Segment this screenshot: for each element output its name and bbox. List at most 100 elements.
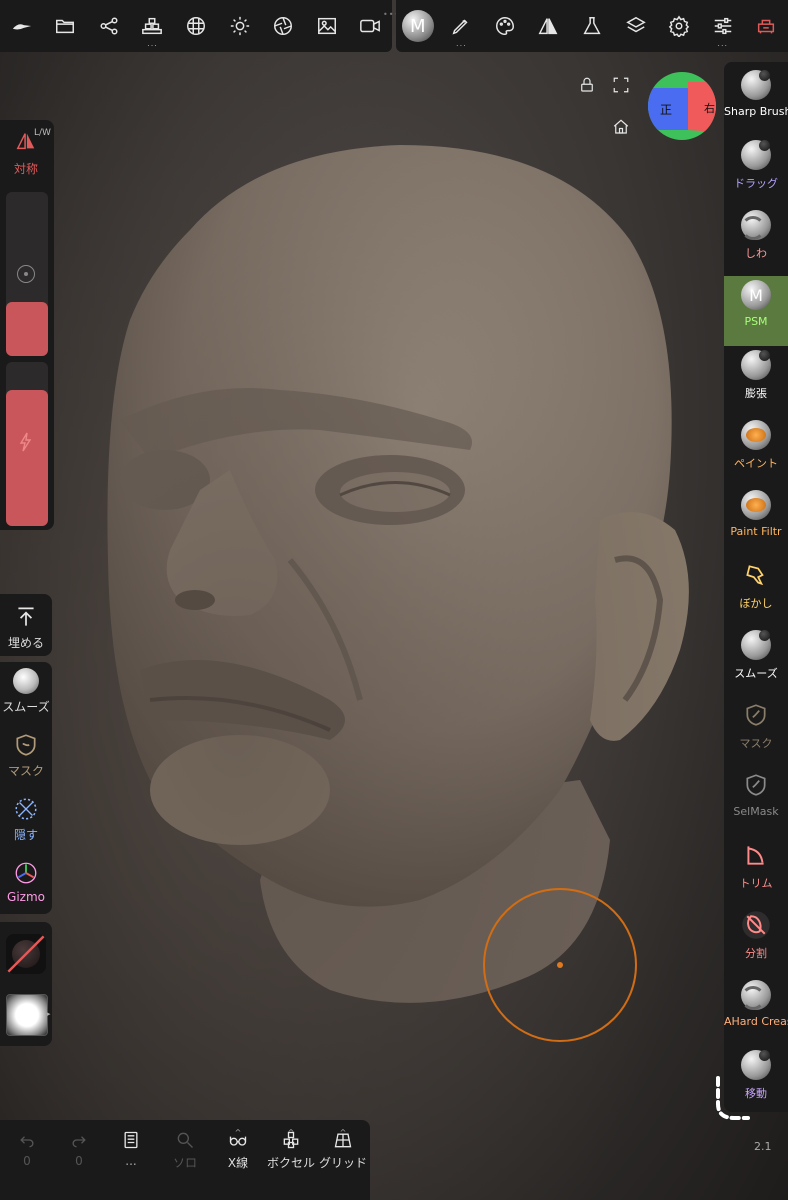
redo-count: 0 [75,1154,83,1168]
split-icon [741,910,771,940]
quick-hide-button[interactable]: 隠す [0,796,52,843]
magnifier-icon [177,1132,193,1148]
camera-button[interactable] [349,0,393,52]
fill-button[interactable]: 埋める [0,604,52,651]
mask-brush-icon [741,700,771,730]
postprocess-button[interactable] [261,0,305,52]
gizmo-axes-icon [15,862,37,884]
color-swatch-button[interactable] [6,934,46,974]
symmetry-label: 対称 [14,162,39,176]
brush-tool-selmask[interactable]: SelMask [724,766,788,836]
view-cube[interactable]: 正 右 [648,72,716,140]
gear-icon [668,15,690,37]
alpha-texture-button[interactable] [6,994,48,1036]
undo-arrow-icon [20,1136,34,1148]
quick-smooth-label: スムーズ [2,700,50,714]
painting-button[interactable] [483,0,527,52]
voxel-remesh-button[interactable] [174,0,218,52]
fullscreen-icon [613,77,629,93]
sliders-icon [714,17,731,35]
mask-shield-icon [16,734,36,756]
lightning-icon [19,432,32,452]
lock-camera-button[interactable] [578,76,596,98]
folder-icon [56,19,75,34]
pyramid-blocks-icon [142,17,163,35]
panel-scroll-handle-icon[interactable] [712,1074,752,1124]
grid-button[interactable]: ^ グリッド [316,1128,370,1171]
background-button[interactable] [305,0,349,52]
voxel-button[interactable]: ^ ボクセル [262,1128,320,1171]
view-cube-right-label: 右 [704,101,715,115]
radius-target-icon [17,265,35,283]
brush-tool-smooth-brush[interactable]: スムーズ [724,626,788,696]
symmetry-mode-label: L/W [34,128,51,138]
stroke-button[interactable]: ... [440,0,484,52]
brush-tool-inflate-brush[interactable]: 膨張 [724,346,788,416]
lighting-button[interactable] [218,0,262,52]
layers-button[interactable] [614,0,658,52]
brush-tool-paint-filter[interactable]: Paint Filtr [724,486,788,556]
alpha-expand-caret[interactable]: ▸ [47,1010,51,1018]
brush-tool-trim[interactable]: トリム [724,836,788,906]
brush-tool-label: PSM [744,315,768,328]
robot-tools-icon [758,19,775,34]
hide-grid-icon [15,798,37,820]
brush-center-dot [557,962,563,968]
hard-crease-icon [741,980,771,1010]
undo-button[interactable]: 0 [0,1130,54,1168]
brush-tool-hard-crease[interactable]: AHard Crease [724,976,788,1046]
undo-count: 0 [23,1154,31,1168]
trim-icon [741,840,771,870]
tools-lab-button[interactable] [570,0,614,52]
symmetry-button[interactable] [527,0,571,52]
gizmo-button[interactable]: Gizmo [0,860,52,904]
mirror-triangles-icon [539,18,558,35]
brush-tool-label: ペイント [734,457,778,470]
paint-brush-icon [741,420,771,450]
image-icon [317,17,336,35]
smooth-brush-icon [741,630,771,660]
scene-button[interactable] [87,0,131,52]
brush-tool-mask-brush[interactable]: マスク [724,696,788,766]
scene-history-button[interactable]: ... [104,1130,158,1168]
sun-icon [230,16,249,36]
brush-tool-paint-brush[interactable]: ペイント [724,416,788,486]
radius-slider-fill [6,302,48,356]
top-toolbar-right: M ... ... [396,0,788,52]
brush-tool-split[interactable]: 分割 [724,906,788,976]
brush-tool-label: スムーズ [734,667,778,680]
home-icon [613,119,629,134]
xray-caret: ^ [234,1128,242,1137]
brush-tool-sharp-brush[interactable]: Sharp Brush [724,66,788,136]
home-view-button[interactable] [612,118,630,140]
brush-tool-drag-brush[interactable]: ドラッグ [724,136,788,206]
brush-tool-wrinkle-brush[interactable]: しわ [724,206,788,276]
frame-view-button[interactable] [612,76,630,98]
lock-icon [581,77,593,92]
quick-mask-button[interactable]: マスク [0,732,52,779]
bottom-toolbar: 0 0 ... ソロ ^ X線 ^ ボクセル ^ グリッド [0,1120,370,1200]
quick-smooth-button[interactable]: スムーズ [0,668,52,715]
grid-label: グリッド [318,1156,367,1170]
brush-tool-blur-brush[interactable]: ぼかし [724,556,788,626]
xray-button[interactable]: ^ X線 [211,1128,265,1171]
app-menu-button[interactable] [0,0,44,52]
redo-button[interactable]: 0 [52,1130,106,1168]
blur-brush-icon [741,560,771,590]
grid-caret: ^ [339,1128,347,1137]
interface-button[interactable]: ... [701,0,745,52]
files-button[interactable] [44,0,88,52]
wrinkle-brush-icon [741,210,771,240]
help-button[interactable] [745,0,788,52]
interface-more-indicator: ... [717,39,729,48]
brush-tool-label: ドラッグ [734,177,778,190]
topology-button[interactable]: ... [131,0,175,52]
brush-tool-psm-brush[interactable]: M PSM [724,276,788,346]
palette-icon [496,17,514,35]
material-button[interactable]: M [396,0,440,52]
solo-button[interactable]: ソロ [158,1130,212,1171]
topology-more-indicator: ... [147,39,158,48]
layers-icon [625,16,646,33]
settings-button[interactable] [657,0,701,52]
quick-mask-label: マスク [7,764,44,778]
